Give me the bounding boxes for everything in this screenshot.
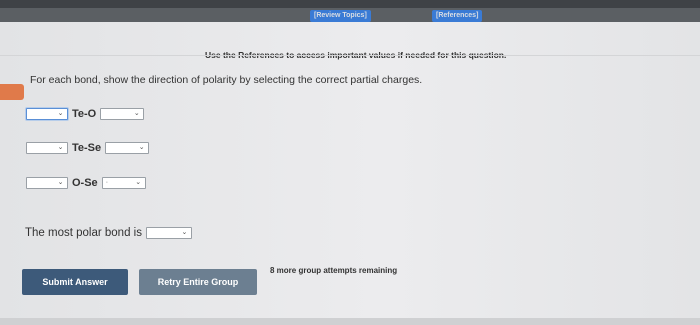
chevron-down-icon: ⌄ (57, 144, 64, 151)
attempts-remaining: 8 more group attempts remaining (270, 266, 398, 275)
partial-charge-select-left[interactable]: ⌄ (26, 177, 68, 189)
select-value: · (105, 179, 109, 186)
divider (0, 55, 700, 56)
bond-label: O-Se (72, 177, 98, 189)
chevron-down-icon: ⌄ (57, 110, 64, 117)
retry-group-button[interactable]: Retry Entire Group (139, 269, 257, 295)
partial-charge-select-right[interactable]: · ⌄ (101, 177, 146, 189)
bottom-edge (0, 318, 700, 325)
bond-row-te-o: ⌄ Te-O ⌄ (26, 107, 145, 121)
bond-label: Te-O (72, 108, 97, 120)
most-polar-prompt: The most polar bond is (25, 227, 142, 239)
partial-charge-select-right[interactable]: ⌄ (105, 142, 150, 154)
chevron-down-icon: ⌄ (138, 144, 145, 151)
bond-label: Te-Se (72, 142, 102, 154)
top-nav-bar: [Review Topics] [References] (0, 0, 700, 22)
most-polar-select[interactable]: ⌄ (145, 227, 192, 239)
topbar-links: [Review Topics] [References] (0, 10, 700, 22)
chevron-down-icon: ⌄ (133, 110, 140, 117)
chevron-down-icon: ⌄ (135, 179, 142, 186)
references-link[interactable]: [References] (432, 10, 483, 22)
chevron-down-icon: ⌄ (57, 179, 64, 186)
bond-row-te-se: ⌄ Te-Se ⌄ (26, 141, 150, 155)
bond-row-o-se: ⌄ O-Se · ⌄ (26, 176, 146, 190)
submit-answer-button[interactable]: Submit Answer (22, 269, 128, 295)
review-topics-link[interactable]: [Review Topics] (310, 10, 371, 22)
partial-charge-select-left[interactable]: ⌄ (26, 108, 68, 120)
partial-charge-select-right[interactable]: ⌄ (100, 108, 145, 120)
browser-strip (0, 0, 700, 8)
partial-charge-select-left[interactable]: ⌄ (26, 142, 68, 154)
most-polar-question: The most polar bond is ⌄ (25, 226, 192, 240)
chevron-down-icon: ⌄ (181, 229, 188, 236)
question-instructions: For each bond, show the direction of pol… (30, 74, 423, 86)
question-marker (0, 84, 24, 100)
